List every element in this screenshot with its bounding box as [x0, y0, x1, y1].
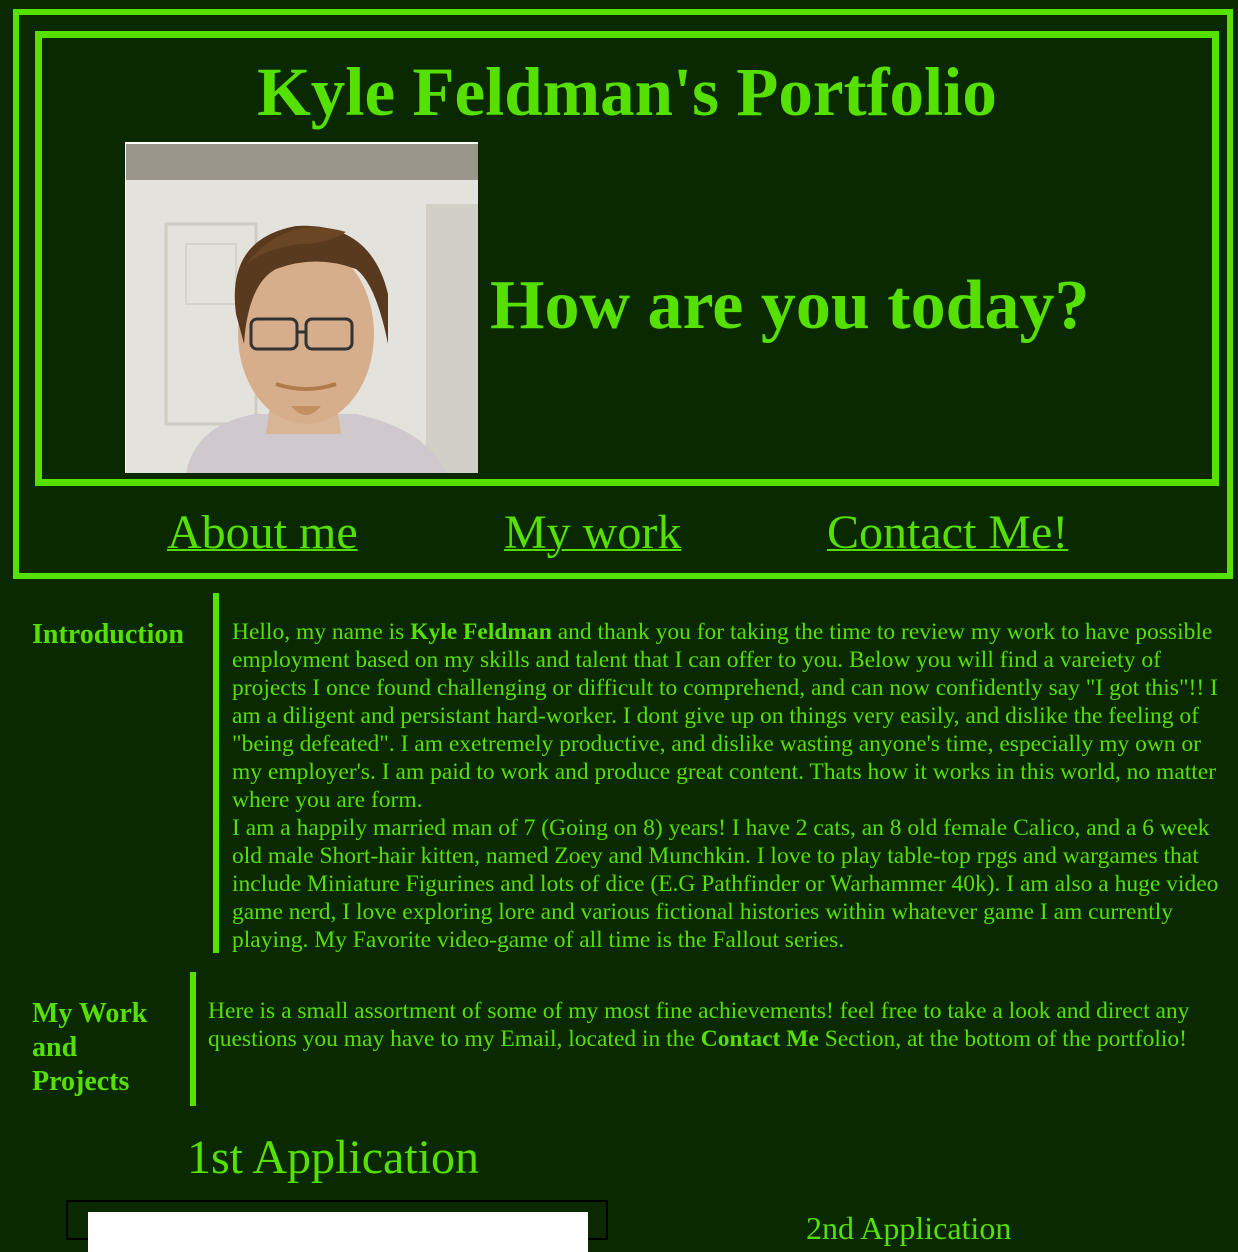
work-text-part: Section, at the bottom of the portfolio!: [818, 1026, 1187, 1052]
work-label: My Work and Projects: [32, 997, 147, 1099]
work-label-line: My Work: [32, 998, 148, 1029]
greeting-heading: How are you today?: [490, 267, 1090, 344]
nav-link-work[interactable]: My work: [504, 503, 681, 563]
main-nav: About me My work Contact Me!: [19, 503, 1227, 563]
intro-text: Hello, my name is Kyle Feldman and thank…: [232, 618, 1222, 954]
work-divider: [190, 972, 196, 1106]
profile-photo-image: [126, 144, 478, 473]
first-application-screenshot: [88, 1212, 588, 1252]
intro-name: Kyle Feldman: [410, 619, 552, 645]
work-text: Here is a small assortment of some of my…: [208, 997, 1218, 1053]
nav-link-contact[interactable]: Contact Me!: [827, 503, 1068, 563]
page-title: Kyle Feldman's Portfolio: [257, 54, 997, 130]
work-label-line: Projects: [32, 1066, 130, 1097]
header-frame: Kyle Feldman's Portfolio How are you tod…: [13, 9, 1233, 579]
first-application-frame[interactable]: [66, 1200, 608, 1252]
intro-divider: [213, 593, 219, 953]
intro-text-part: and thank you for taking the time to rev…: [232, 619, 1218, 813]
intro-paragraph-2: I am a happily married man of 7 (Going o…: [232, 815, 1219, 953]
first-application-title: 1st Application: [187, 1131, 479, 1184]
profile-photo: [125, 142, 478, 473]
intro-text-part: Hello, my name is: [232, 619, 411, 645]
intro-label: Introduction: [32, 619, 184, 650]
nav-link-about[interactable]: About me: [167, 503, 358, 563]
work-label-line: and: [32, 1032, 78, 1063]
second-application-title: 2nd Application: [806, 1210, 1012, 1246]
contact-me-emphasis: Contact Me: [700, 1026, 819, 1052]
header-inner-frame: Kyle Feldman's Portfolio How are you tod…: [35, 31, 1219, 486]
